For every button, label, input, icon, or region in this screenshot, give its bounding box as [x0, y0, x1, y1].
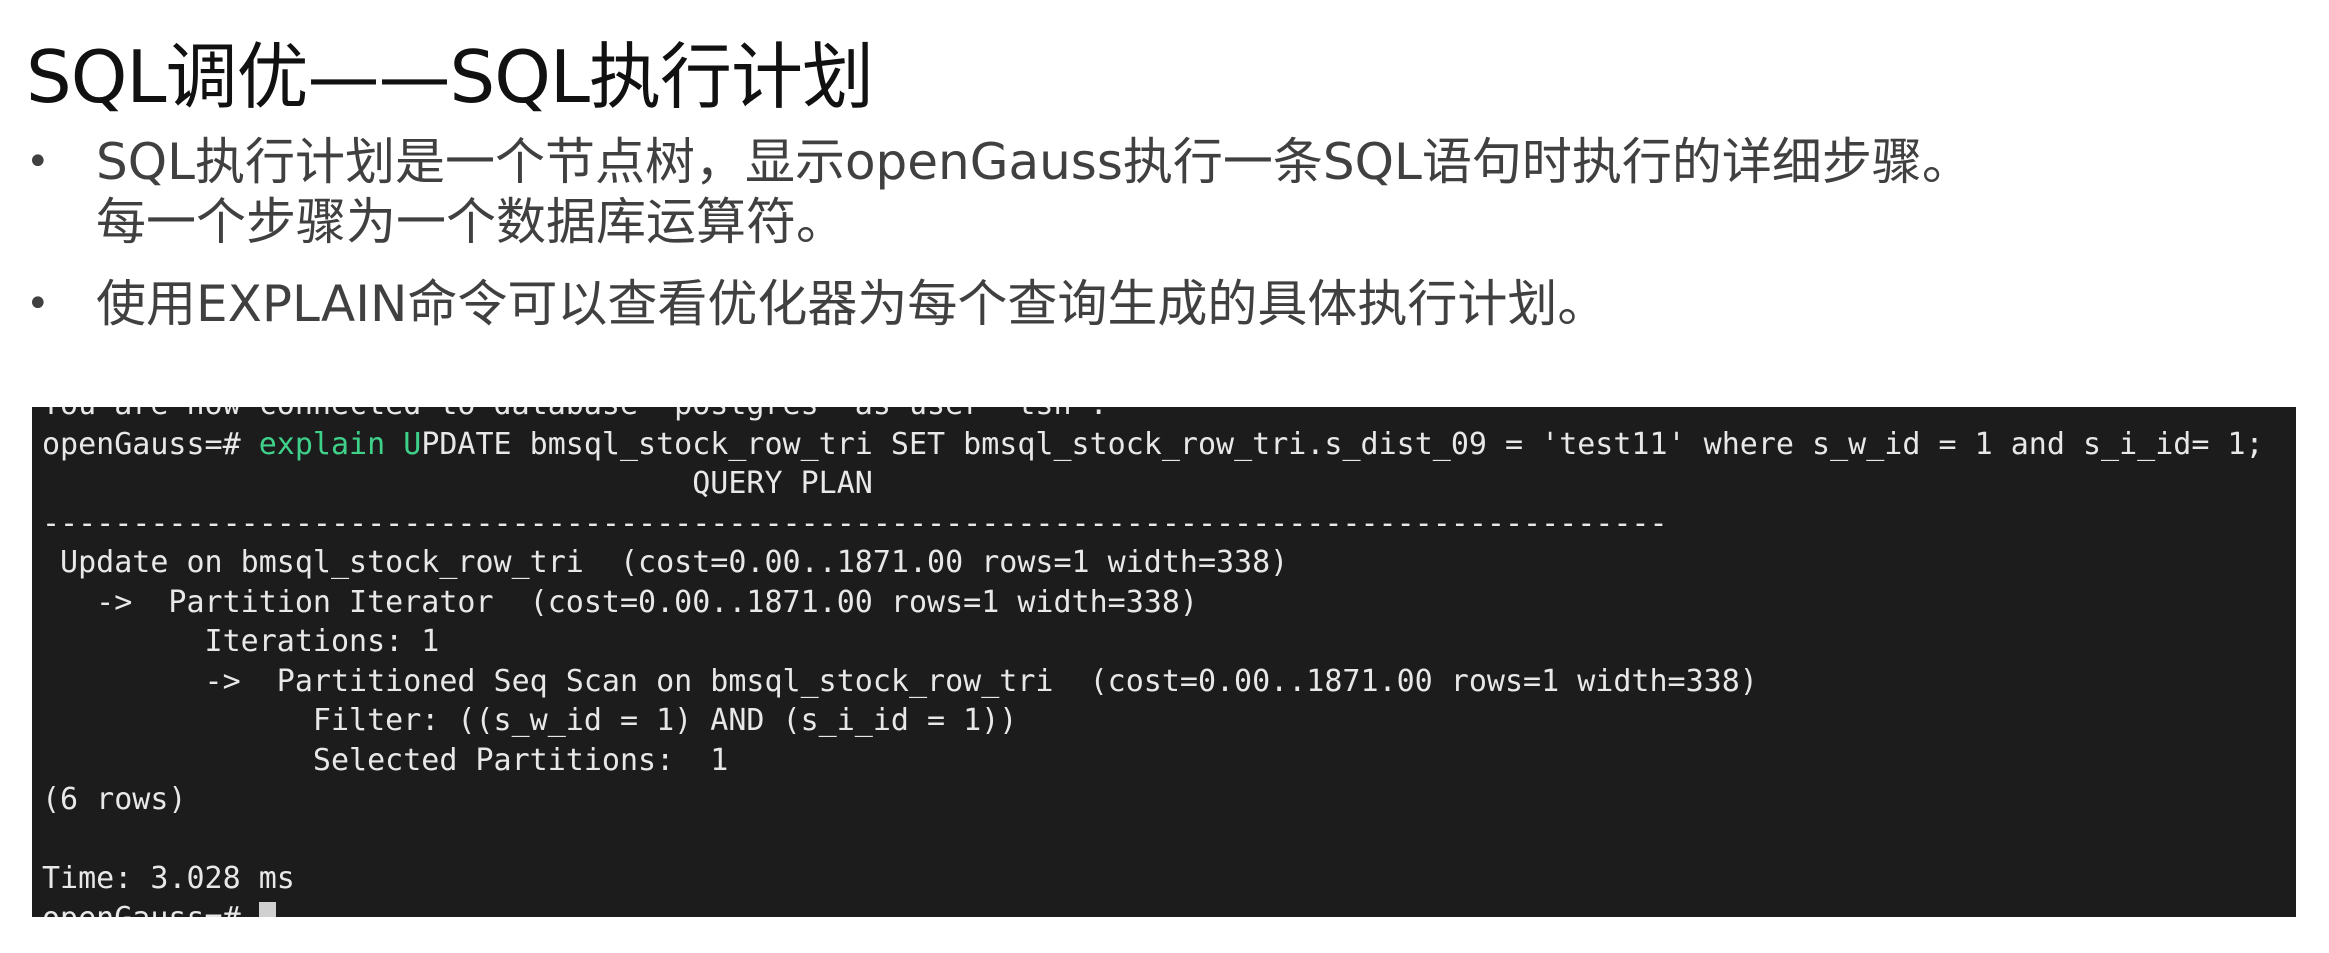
slide-title: SQL调优——SQL执行计划 — [26, 35, 874, 119]
terminal-cursor — [258, 901, 276, 917]
timing-line: Time: 3.028 ms — [42, 861, 295, 896]
plan-line: Update on bmsql_stock_row_tri (cost=0.00… — [42, 545, 1289, 580]
plan-line: Iterations: 1 — [42, 624, 440, 659]
command-keyword: explain U — [258, 426, 422, 462]
query-plan-header: QUERY PLAN — [42, 466, 873, 501]
bullet-item: • 使用EXPLAIN命令可以查看优化器为每个查询生成的具体执行计划。 — [26, 274, 2286, 334]
bullet-text: 使用EXPLAIN命令可以查看优化器为每个查询生成的具体执行计划。 — [96, 275, 1608, 333]
separator-line: ----------------------------------------… — [42, 505, 1668, 541]
terminal-connection-line: You are now connected to database "postg… — [42, 407, 2296, 425]
plan-line: Filter: ((s_w_id = 1) AND (s_i_id = 1)) — [42, 703, 1018, 738]
row-count: (6 rows) — [42, 782, 187, 817]
terminal-final-prompt-line: openGauss=# — [42, 899, 2296, 918]
terminal-screenshot: You are now connected to database "postg… — [32, 407, 2296, 917]
plan-line: Selected Partitions: 1 — [42, 742, 729, 778]
bullet-list: • SQL执行计划是一个节点树，显示openGauss执行一条SQL语句时执行的… — [26, 132, 2286, 356]
terminal-prompt: openGauss=# — [42, 901, 259, 918]
bullet-marker: • — [26, 139, 50, 185]
bullet-marker: • — [26, 281, 50, 327]
plan-line: -> Partitioned Seq Scan on bmsql_stock_r… — [42, 663, 1758, 699]
terminal-prompt: openGauss=# — [42, 426, 259, 462]
bullet-text: SQL执行计划是一个节点树，显示openGauss执行一条SQL语句时执行的详细… — [96, 133, 1972, 251]
bullet-item: • SQL执行计划是一个节点树，显示openGauss执行一条SQL语句时执行的… — [26, 132, 2286, 252]
plan-line: -> Partition Iterator (cost=0.00..1871.0… — [42, 584, 1198, 620]
command-text: PDATE bmsql_stock_row_tri SET bmsql_stoc… — [421, 426, 2264, 462]
terminal-command-line: openGauss=# explain UPDATE bmsql_stock_r… — [42, 425, 2296, 465]
